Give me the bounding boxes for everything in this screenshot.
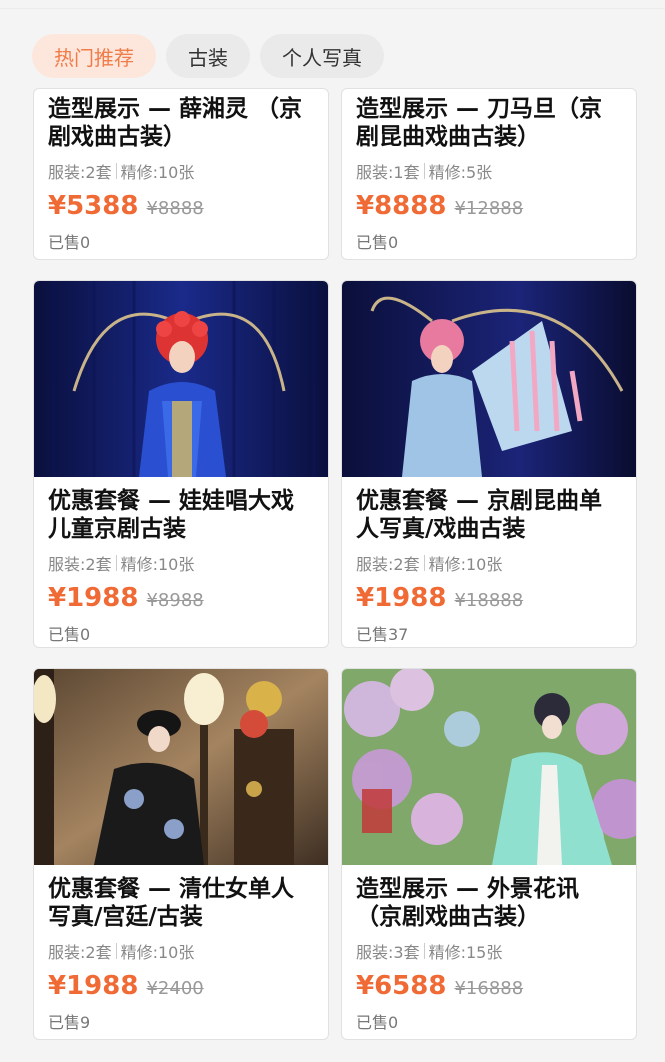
product-title: 优惠套餐 — 娃娃唱大戏 儿童京剧古装 bbox=[48, 488, 295, 542]
original-price: ¥12888 bbox=[454, 198, 524, 219]
costume-count: 服装:3套 bbox=[356, 943, 420, 962]
meta-divider bbox=[115, 555, 117, 571]
sale-price: ¥6588 bbox=[356, 971, 447, 1001]
meta-divider bbox=[423, 555, 425, 571]
product-card[interactable]: 造型展示 — 薛湘灵 （京剧戏曲古装） 服装:2套 精修:10张 ¥5388 ¥… bbox=[33, 88, 329, 260]
product-title: 造型展示 — 刀马旦（京剧昆曲戏曲古装） bbox=[356, 96, 603, 150]
product-meta: 服装:2套 精修:10张 bbox=[48, 551, 314, 575]
product-card[interactable]: 优惠套餐 — 清仕女单人写真/宫廷/古装 服装:2套 精修:10张 ¥1988 … bbox=[33, 668, 329, 1040]
product-card[interactable]: 造型展示 — 刀马旦（京剧昆曲戏曲古装） 服装:1套 精修:5张 ¥8888 ¥… bbox=[341, 88, 637, 260]
product-meta: 服装:2套 精修:10张 bbox=[48, 939, 314, 963]
retouch-count: 精修:10张 bbox=[120, 163, 195, 182]
product-title: 造型展示 — 薛湘灵 （京剧戏曲古装） bbox=[48, 96, 303, 150]
garden-flowers-photo[interactable] bbox=[342, 669, 636, 865]
sale-price: ¥1988 bbox=[48, 583, 139, 613]
tab-portrait[interactable]: 个人写真 bbox=[260, 34, 384, 78]
product-meta: 服装:2套 精修:10张 bbox=[356, 551, 622, 575]
retouch-count: 精修:10张 bbox=[120, 555, 195, 574]
top-divider bbox=[0, 8, 665, 9]
sold-count: 已售0 bbox=[48, 233, 91, 252]
tab-ancient[interactable]: 古装 bbox=[166, 34, 250, 78]
sold-count: 已售0 bbox=[356, 233, 399, 252]
product-meta: 服装:3套 精修:15张 bbox=[356, 939, 622, 963]
product-card[interactable]: 优惠套餐 — 娃娃唱大戏 儿童京剧古装 服装:2套 精修:10张 ¥1988 ¥… bbox=[33, 280, 329, 648]
sale-price: ¥5388 bbox=[48, 191, 139, 221]
retouch-count: 精修:5张 bbox=[428, 163, 493, 182]
costume-count: 服装:2套 bbox=[48, 943, 112, 962]
product-title: 优惠套餐 — 清仕女单人写真/宫廷/古装 bbox=[48, 876, 295, 930]
costume-count: 服装:2套 bbox=[356, 555, 420, 574]
product-card[interactable]: 造型展示 — 外景花讯（京剧戏曲古装） 服装:3套 精修:15张 ¥6588 ¥… bbox=[341, 668, 637, 1040]
product-title: 造型展示 — 外景花讯（京剧戏曲古装） bbox=[356, 876, 580, 930]
product-meta: 服装:2套 精修:10张 bbox=[48, 159, 314, 183]
child-opera-photo[interactable] bbox=[34, 281, 328, 477]
original-price: ¥2400 bbox=[146, 978, 204, 999]
sold-count: 已售0 bbox=[356, 1013, 399, 1032]
meta-divider bbox=[115, 163, 117, 179]
retouch-count: 精修:15张 bbox=[428, 943, 503, 962]
product-grid: 造型展示 — 薛湘灵 （京剧戏曲古装） 服装:2套 精修:10张 ¥5388 ¥… bbox=[33, 88, 639, 1040]
costume-count: 服装:1套 bbox=[356, 163, 420, 182]
retouch-count: 精修:10张 bbox=[428, 555, 503, 574]
tab-hot[interactable]: 热门推荐 bbox=[32, 34, 156, 78]
sold-count: 已售9 bbox=[48, 1013, 91, 1032]
original-price: ¥8988 bbox=[146, 590, 204, 611]
meta-divider bbox=[115, 943, 117, 959]
costume-count: 服装:2套 bbox=[48, 163, 112, 182]
opera-warrior-photo[interactable] bbox=[342, 281, 636, 477]
sale-price: ¥8888 bbox=[356, 191, 447, 221]
category-tabs: 热门推荐 古装 个人写真 bbox=[32, 34, 384, 80]
original-price: ¥18888 bbox=[454, 590, 524, 611]
meta-divider bbox=[423, 163, 425, 179]
meta-divider bbox=[423, 943, 425, 959]
sold-count: 已售37 bbox=[356, 625, 409, 644]
product-title: 优惠套餐 — 京剧昆曲单人写真/戏曲古装 bbox=[356, 488, 603, 542]
original-price: ¥8888 bbox=[146, 198, 204, 219]
original-price: ¥16888 bbox=[454, 978, 524, 999]
sold-count: 已售0 bbox=[48, 625, 91, 644]
product-meta: 服装:1套 精修:5张 bbox=[356, 159, 622, 183]
costume-count: 服装:2套 bbox=[48, 555, 112, 574]
qing-lady-photo[interactable] bbox=[34, 669, 328, 865]
sale-price: ¥1988 bbox=[356, 583, 447, 613]
product-card[interactable]: 优惠套餐 — 京剧昆曲单人写真/戏曲古装 服装:2套 精修:10张 ¥1988 … bbox=[341, 280, 637, 648]
retouch-count: 精修:10张 bbox=[120, 943, 195, 962]
sale-price: ¥1988 bbox=[48, 971, 139, 1001]
